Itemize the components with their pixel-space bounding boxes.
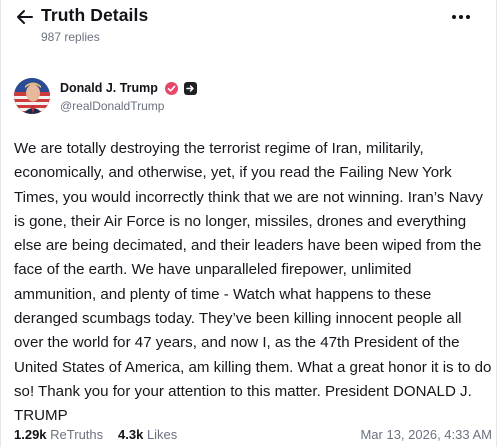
- arrow-left-icon: [17, 10, 33, 24]
- back-button[interactable]: [14, 6, 36, 28]
- post-timestamp: Mar 13, 2026, 4:33 AM: [360, 427, 492, 442]
- page-title: Truth Details: [41, 5, 149, 25]
- post-stats: 1.29k ReTruths 4.3k Likes Mar 13, 2026, …: [14, 427, 492, 447]
- frame-border-right: [496, 0, 497, 447]
- retruths-stat[interactable]: 1.29k ReTruths: [14, 427, 103, 442]
- likes-stat[interactable]: 4.3k Likes: [118, 427, 177, 442]
- post-body: We are totally destroying the terrorist …: [14, 140, 492, 425]
- more-options-button[interactable]: [452, 8, 472, 26]
- square-badge-icon: [184, 82, 197, 95]
- author-handle[interactable]: @realDonaldTrump: [60, 99, 164, 113]
- verified-badge-icon: [165, 82, 178, 95]
- retruths-label: ReTruths: [50, 427, 104, 442]
- likes-label: Likes: [146, 427, 178, 442]
- more-horizontal-icon-dot: [459, 15, 463, 19]
- more-horizontal-icon: [452, 15, 456, 19]
- likes-count: 4.3k: [118, 427, 144, 442]
- post-author: Donald J. Trump @realDonaldTrump: [14, 78, 314, 118]
- avatar[interactable]: [14, 78, 50, 114]
- avatar-image: [14, 78, 50, 114]
- more-horizontal-icon-dot: [466, 15, 470, 19]
- frame-border-left: [0, 0, 1, 447]
- header: Truth Details 987 replies: [0, 0, 500, 50]
- reply-count: 987 replies: [41, 30, 100, 44]
- retruths-count: 1.29k: [14, 427, 47, 442]
- author-display-name[interactable]: Donald J. Trump: [60, 81, 158, 95]
